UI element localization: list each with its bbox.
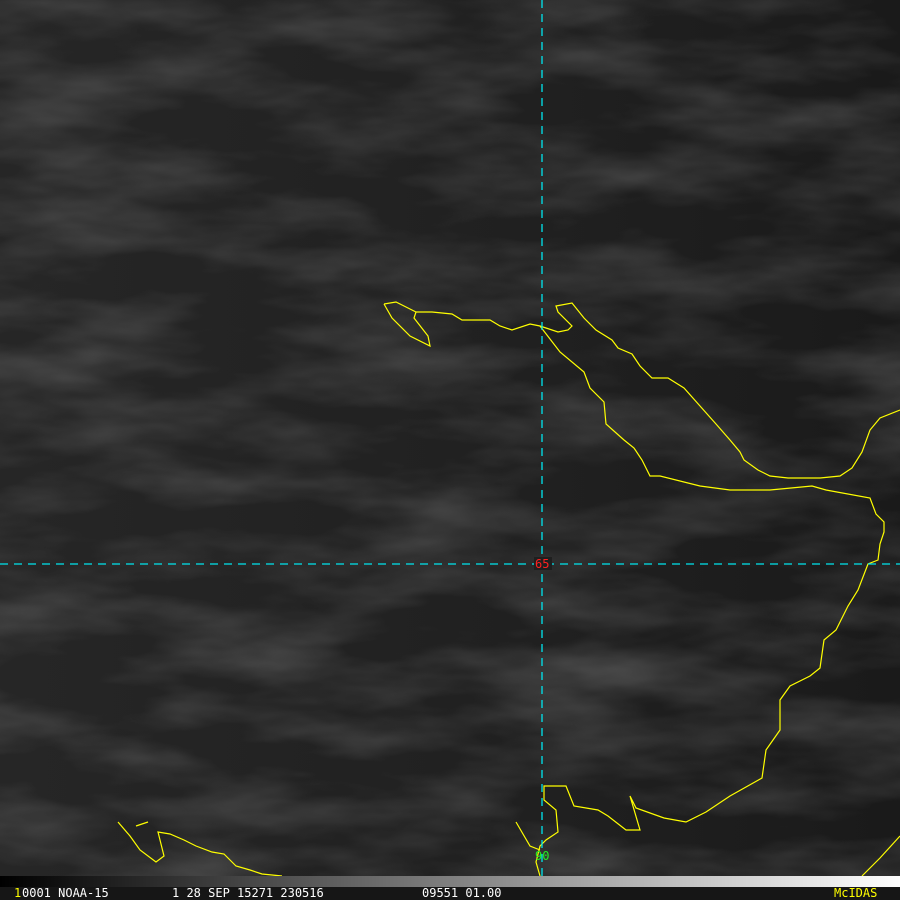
satellite-image: 65 90	[0, 0, 900, 887]
status-bar: 1 0001 NOAA-15 1 28 SEP 15271 230516 095…	[0, 887, 900, 900]
mcidas-logo: McIDAS	[834, 886, 878, 900]
satellite-image-view: 65 90 1 0001 NOAA-15 1 28 SEP 15271 2305…	[0, 0, 900, 900]
cloud-texture	[0, 0, 900, 876]
longitude-label: 90	[535, 849, 549, 863]
date-time: 1 28 SEP 15271 230516	[172, 886, 324, 900]
latitude-label: 65	[535, 557, 549, 571]
frame-satellite: 0001 NOAA-15	[22, 886, 109, 900]
frame-prefix: 1	[14, 886, 22, 900]
band-info: 09551 01.00	[422, 886, 502, 900]
